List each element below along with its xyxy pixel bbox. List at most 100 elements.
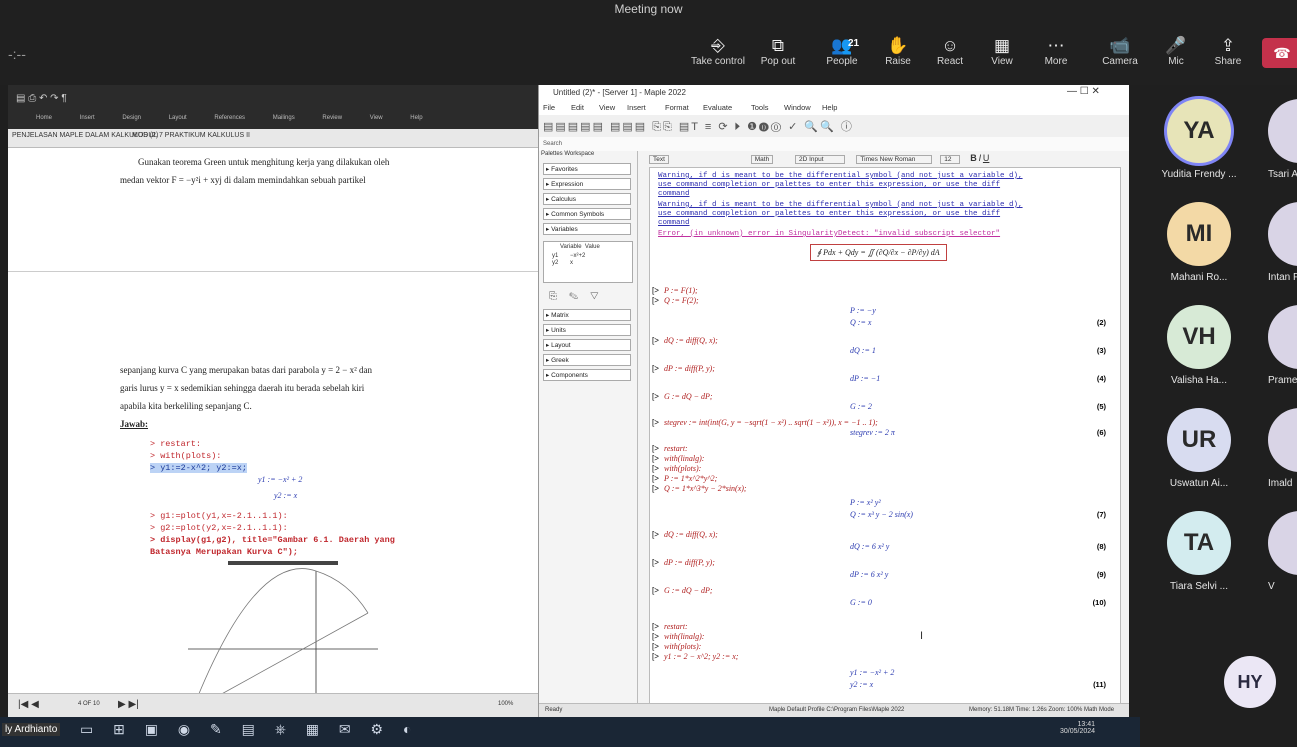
- palette-section[interactable]: ▸ Variables: [543, 223, 631, 235]
- maple-toolbar[interactable]: ▤▤▤▤▤ ▤▤▤ ⎘⎘ ▤T ≡ ⟳ ⏵ ❶⓿⓪ ✓ 🔍🔍 ⓘ: [539, 115, 1129, 138]
- participant-tile[interactable]: Imald: [1268, 408, 1297, 489]
- mic-button[interactable]: 🎤 Mic: [1148, 36, 1204, 67]
- nav-controls[interactable]: |◀ ◀: [18, 699, 39, 710]
- exec-group-prompt[interactable]: [>: [652, 484, 659, 493]
- tab-document-2[interactable]: MODUL 7 PRAKTIKUM KALKULUS II: [132, 132, 250, 139]
- exec-group-prompt[interactable]: [>: [652, 392, 659, 401]
- exec-group-prompt[interactable]: [>: [652, 296, 659, 305]
- math-mode-button[interactable]: Math: [750, 155, 774, 164]
- window-controls[interactable]: — ☐ ✕: [1067, 86, 1100, 97]
- maple-command[interactable]: G := dQ − dP;: [664, 392, 713, 401]
- ribbon-tabs[interactable]: Home Insert Design Layout References Mai…: [36, 115, 423, 121]
- exec-group-prompt[interactable]: [>: [652, 622, 659, 631]
- participant-tile[interactable]: TA Tiara Selvi ...: [1144, 511, 1254, 592]
- people-button[interactable]: 👥 21 People: [814, 36, 870, 67]
- palette-tab[interactable]: Palettes Workspace: [541, 151, 594, 157]
- exec-group-prompt[interactable]: [>: [652, 652, 659, 661]
- palette-section[interactable]: ▸ Expression: [543, 178, 631, 190]
- search-bar[interactable]: Search: [539, 137, 1129, 151]
- underline-button[interactable]: U: [983, 153, 990, 163]
- font-select[interactable]: Times New Roman: [856, 155, 933, 164]
- exec-group-prompt[interactable]: [>: [652, 364, 659, 373]
- palette-section[interactable]: ▸ Common Symbols: [543, 208, 631, 220]
- view-button[interactable]: ▦ View: [974, 36, 1030, 67]
- exec-group-prompt[interactable]: [>: [652, 286, 659, 295]
- participant-tile[interactable]: V: [1268, 511, 1297, 592]
- maple-command[interactable]: with(plots):: [664, 642, 701, 651]
- maple-command[interactable]: dQ := diff(Q, x);: [664, 336, 718, 345]
- var-row[interactable]: y2 x: [552, 260, 632, 266]
- menu-item[interactable]: Insert: [627, 103, 646, 112]
- nav-next[interactable]: ▶ ▶|: [118, 699, 139, 710]
- menu-item[interactable]: Format: [665, 103, 689, 112]
- maple-command[interactable]: Q := F(2);: [664, 296, 699, 305]
- maple-command[interactable]: dP := diff(P, y);: [664, 364, 715, 373]
- text-mode-button[interactable]: Text: [649, 155, 669, 164]
- maple-command[interactable]: stegrev := int(int(G, y = −sqrt(1 − x²) …: [664, 418, 878, 427]
- minimize-icon[interactable]: -:--: [8, 46, 26, 62]
- pop-out-button[interactable]: ⧉ Pop out: [750, 36, 806, 67]
- palette-section[interactable]: ▸ Units: [543, 324, 631, 336]
- raise-button[interactable]: ✋ Raise: [870, 36, 926, 67]
- maple-command[interactable]: dP := diff(P, y);: [664, 558, 715, 567]
- maple-command[interactable]: restart:: [664, 444, 688, 453]
- exec-group-prompt[interactable]: [>: [652, 632, 659, 641]
- participant-tile[interactable]: MI Mahani Ro...: [1144, 202, 1254, 283]
- maple-command[interactable]: with(linalg):: [664, 632, 704, 641]
- maple-command[interactable]: with(linalg):: [664, 454, 704, 463]
- palette-section[interactable]: ▸ Layout: [543, 339, 631, 351]
- exec-group-prompt[interactable]: [>: [652, 444, 659, 453]
- maple-command[interactable]: with(plots):: [664, 464, 701, 473]
- exec-group-prompt[interactable]: [>: [652, 336, 659, 345]
- exec-group-prompt[interactable]: [>: [652, 454, 659, 463]
- participant-tile[interactable]: Intan F: [1268, 202, 1297, 283]
- menu-item[interactable]: File: [543, 103, 555, 112]
- participant-tile[interactable]: Tsari A: [1268, 99, 1297, 180]
- maple-command[interactable]: P := 1*x^2*y^2;: [664, 474, 717, 483]
- participant-tile[interactable]: VH Valisha Ha...: [1144, 305, 1254, 386]
- menu-item[interactable]: Evaluate: [703, 103, 732, 112]
- take-control-button[interactable]: ⎆ Take control: [690, 36, 746, 67]
- maple-command[interactable]: dQ := diff(Q, x);: [664, 530, 718, 539]
- style-select[interactable]: 2D Input: [795, 155, 845, 164]
- maple-command[interactable]: Q := 1*x^3*y − 2*sin(x);: [664, 484, 747, 493]
- maple-command[interactable]: P := F(1);: [664, 286, 698, 295]
- maple-command[interactable]: restart:: [664, 622, 688, 631]
- var-row[interactable]: y1 −x²+2: [552, 253, 632, 259]
- exec-group-prompt[interactable]: [>: [652, 418, 659, 427]
- variable-tools[interactable]: ⎘✎▽: [549, 291, 611, 302]
- palette-section[interactable]: ▸ Matrix: [543, 309, 631, 321]
- participant-tile[interactable]: UR Uswatun Ai...: [1144, 408, 1254, 489]
- palette-section[interactable]: ▸ Components: [543, 369, 631, 381]
- taskbar-apps[interactable]: ▭ ⊞ ▣ ◉ ✎ ▤ ⎈ ▦ ✉ ⚙ ◐: [80, 721, 419, 738]
- exec-group-prompt[interactable]: [>: [652, 464, 659, 473]
- palette-section[interactable]: ▸ Greek: [543, 354, 631, 366]
- exec-group-prompt[interactable]: [>: [652, 642, 659, 651]
- maple-command[interactable]: G := dQ − dP;: [664, 586, 713, 595]
- palette-section[interactable]: ▸ Favorites: [543, 163, 631, 175]
- bold-button[interactable]: B: [970, 153, 977, 163]
- menu-item[interactable]: View: [599, 103, 615, 112]
- more-button[interactable]: ⋯ More: [1028, 36, 1084, 67]
- react-button[interactable]: ☺ React: [922, 36, 978, 67]
- participant-tile[interactable]: YA Yuditia Frendy ...: [1144, 99, 1254, 180]
- menu-item[interactable]: Tools: [751, 103, 769, 112]
- size-select[interactable]: 12: [940, 155, 961, 164]
- palette-section[interactable]: ▸ Calculus: [543, 193, 631, 205]
- exec-group-prompt[interactable]: [>: [652, 586, 659, 595]
- leave-call-button[interactable]: ☎: [1262, 38, 1297, 68]
- participant-tile[interactable]: Prame: [1268, 305, 1297, 386]
- toolbar-icons[interactable]: ▤▤▤▤▤ ▤▤▤ ⎘⎘ ▤T ≡ ⟳ ⏵ ❶⓿⓪ ✓ 🔍🔍 ⓘ: [543, 118, 854, 134]
- self-avatar[interactable]: HY: [1224, 656, 1276, 708]
- maple-command[interactable]: y1 := 2 − x^2; y2 := x;: [664, 652, 738, 661]
- menu-item[interactable]: Edit: [571, 103, 584, 112]
- menu-item[interactable]: Window: [784, 103, 811, 112]
- exec-group-prompt[interactable]: [>: [652, 474, 659, 483]
- share-button[interactable]: ⇪ Share: [1200, 36, 1256, 67]
- exec-group-prompt[interactable]: [>: [652, 530, 659, 539]
- exec-group-prompt[interactable]: [>: [652, 558, 659, 567]
- italic-button[interactable]: I: [979, 153, 982, 163]
- menu-item[interactable]: Help: [822, 103, 837, 112]
- camera-button[interactable]: 📹 Camera: [1092, 36, 1148, 67]
- worksheet[interactable]: Warning, if d is meant to be the differe…: [649, 167, 1121, 704]
